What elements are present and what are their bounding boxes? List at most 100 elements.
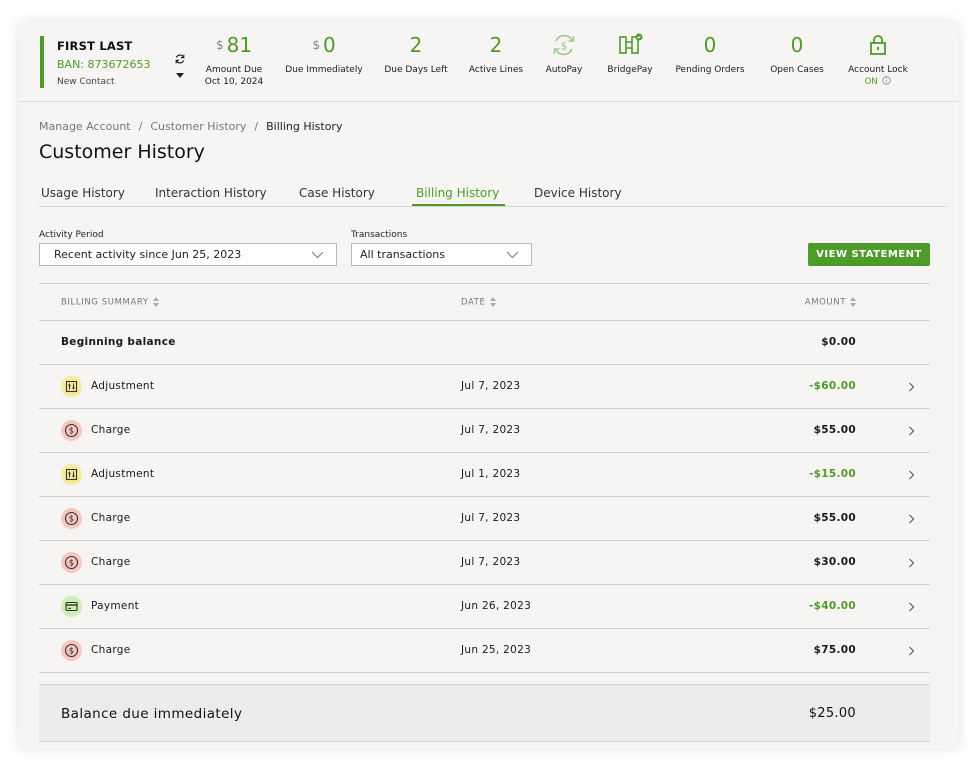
view-statement-button[interactable]: VIEW STATEMENT xyxy=(808,243,930,266)
account-contact[interactable]: New Contact xyxy=(57,77,170,87)
stat-sub-label: Oct 10, 2024 xyxy=(204,77,264,87)
row-date: Jun 26, 2023 xyxy=(461,600,532,612)
chevron-right-icon[interactable] xyxy=(908,602,915,612)
chevron-down-icon[interactable] xyxy=(176,73,184,78)
row-date: Jul 7, 2023 xyxy=(461,424,521,436)
stat-amount-due[interactable]: $81 Amount Due Oct 10, 2024 xyxy=(197,32,271,88)
header-amount[interactable]: AMOUNT xyxy=(805,297,857,308)
row-amount: $30.00 xyxy=(813,556,856,568)
breadcrumb-separator: / xyxy=(138,120,143,133)
activity-period-value: Recent activity since Jun 25, 2023 xyxy=(54,248,242,261)
stat-open-cases[interactable]: 0 Open Cases xyxy=(763,32,831,76)
stat-label: BridgePay xyxy=(607,65,653,75)
header-billing-summary[interactable]: BILLING SUMMARY xyxy=(61,297,160,308)
row-date: Jul 1, 2023 xyxy=(461,468,521,480)
tab-usage-history[interactable]: Usage History xyxy=(41,186,125,204)
account-summary-bar: FIRST LAST BAN: 873672653 New Contact $8… xyxy=(19,22,959,102)
svg-text:$: $ xyxy=(69,647,74,657)
stat-active-lines[interactable]: 2 Active Lines xyxy=(465,32,527,76)
row-date: Jul 7, 2023 xyxy=(461,380,521,392)
table-row[interactable]: $ Charge Jul 7, 2023 $55.00 xyxy=(39,409,930,453)
beginning-balance-row: Beginning balance $0.00 xyxy=(39,321,930,365)
svg-text:$: $ xyxy=(69,515,74,525)
row-date: Jun 25, 2023 xyxy=(461,644,532,656)
tab-case-history[interactable]: Case History xyxy=(299,186,375,204)
tab-billing-history[interactable]: Billing History xyxy=(412,186,506,206)
table-row[interactable]: $ Charge Jul 7, 2023 $55.00 xyxy=(39,497,930,541)
row-description: Charge xyxy=(91,644,131,656)
tab-device-history[interactable]: Device History xyxy=(534,186,622,204)
chevron-down-icon xyxy=(506,251,519,259)
svg-text:$: $ xyxy=(69,427,74,437)
table-header: BILLING SUMMARY DATE AMOUNT xyxy=(39,283,930,321)
stat-label: Account Lock xyxy=(848,65,908,75)
autopay-dollar-icon: $ xyxy=(553,34,575,56)
stat-value: 0 xyxy=(790,33,804,57)
billing-table: BILLING SUMMARY DATE AMOUNT Beginning ba… xyxy=(39,283,930,673)
stat-account-lock[interactable]: Account Lock ON xyxy=(841,32,915,88)
stat-due-days-left[interactable]: 2 Due Days Left xyxy=(381,32,451,76)
breadcrumb-separator: / xyxy=(254,120,259,133)
transactions-value: All transactions xyxy=(360,248,446,261)
activity-period-select[interactable]: Recent activity since Jun 25, 2023 xyxy=(39,243,337,266)
header-label: AMOUNT xyxy=(804,297,846,308)
header-date[interactable]: DATE xyxy=(461,297,497,308)
balance-amount: $25.00 xyxy=(808,706,856,721)
svg-text:$: $ xyxy=(69,559,74,569)
stat-pending-orders[interactable]: 0 Pending Orders xyxy=(671,32,749,76)
balance-label: Balance due immediately xyxy=(61,706,243,722)
row-description: Payment xyxy=(91,600,140,612)
page-title: Customer History xyxy=(39,141,205,163)
stat-label: Open Cases xyxy=(770,65,824,75)
stat-value: 2 xyxy=(489,33,503,57)
stat-label: AutoPay xyxy=(545,65,583,75)
row-amount: $75.00 xyxy=(813,644,856,656)
chevron-right-icon[interactable] xyxy=(908,382,915,392)
adjustment-icon xyxy=(61,376,82,397)
stat-bridgepay[interactable]: BridgePay xyxy=(602,32,658,76)
table-row[interactable]: $ Charge Jul 7, 2023 $30.00 xyxy=(39,541,930,585)
chevron-right-icon[interactable] xyxy=(908,646,915,656)
chevron-right-icon[interactable] xyxy=(908,470,915,480)
row-description: Charge xyxy=(91,512,131,524)
account-ban: BAN: 873672653 xyxy=(57,58,151,71)
stat-label: Amount Due xyxy=(205,65,263,75)
dollar-charge-icon: $ xyxy=(61,508,82,529)
header-label: BILLING SUMMARY xyxy=(61,297,149,308)
chevron-right-icon[interactable] xyxy=(908,514,915,524)
table-row[interactable]: Adjustment Jul 7, 2023 -$60.00 xyxy=(39,365,930,409)
breadcrumb-customer-history[interactable]: Customer History xyxy=(150,120,246,133)
stat-value: 0 xyxy=(322,33,336,57)
stat-due-immediately[interactable]: $0 Due Immediately xyxy=(281,32,367,76)
card-payment-icon xyxy=(61,596,82,617)
breadcrumb-manage-account[interactable]: Manage Account xyxy=(39,120,131,133)
sort-icon xyxy=(850,297,857,307)
currency-symbol: $ xyxy=(312,38,320,52)
table-row[interactable]: Payment Jun 26, 2023 -$40.00 xyxy=(39,585,930,629)
refresh-icon[interactable] xyxy=(174,53,186,65)
breadcrumb: Manage Account / Customer History / Billing … xyxy=(39,120,342,133)
chevron-right-icon[interactable] xyxy=(908,426,915,436)
tab-interaction-history[interactable]: Interaction History xyxy=(155,186,267,204)
transactions-select[interactable]: All transactions xyxy=(351,243,532,266)
stat-autopay[interactable]: $ AutoPay xyxy=(539,32,589,76)
stat-value: 0 xyxy=(703,33,717,57)
account-card: FIRST LAST BAN: 873672653 New Contact xyxy=(40,36,185,88)
activity-period-label: Activity Period xyxy=(39,230,104,240)
row-amount: $55.00 xyxy=(813,512,856,524)
history-tabs: Usage History Interaction History Case H… xyxy=(39,186,947,207)
breadcrumb-billing-history: Billing History xyxy=(266,120,343,133)
adjustment-icon xyxy=(61,464,82,485)
table-row[interactable]: $ Charge Jun 25, 2023 $75.00 xyxy=(39,629,930,673)
dollar-charge-icon: $ xyxy=(61,552,82,573)
row-description: Charge xyxy=(91,556,131,568)
chevron-right-icon[interactable] xyxy=(908,558,915,568)
sort-icon xyxy=(152,297,160,307)
transactions-label: Transactions xyxy=(351,230,408,240)
lock-status: ON xyxy=(864,77,878,87)
dollar-charge-icon: $ xyxy=(61,420,82,441)
row-date: Jul 7, 2023 xyxy=(461,556,521,568)
info-icon[interactable] xyxy=(882,76,892,85)
stat-label: Active Lines xyxy=(468,65,524,75)
table-row[interactable]: Adjustment Jul 1, 2023 -$15.00 xyxy=(39,453,930,497)
